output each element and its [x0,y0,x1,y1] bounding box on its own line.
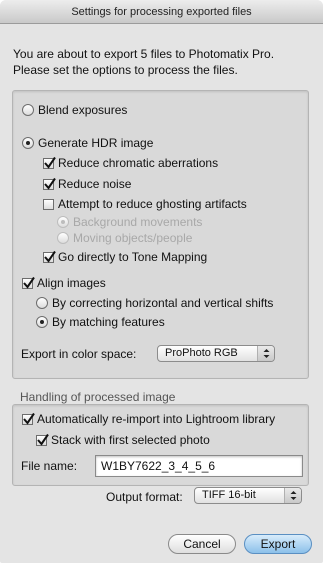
updown-arrows-icon [257,346,274,361]
align-shifts-radio[interactable]: By correcting horizontal and vertical sh… [36,296,273,310]
stack-checkbox[interactable]: Stack with first selected photo [36,433,210,447]
background-movements-radio: Background movements [57,215,202,229]
file-name-label: File name: [21,459,78,473]
moving-objects-radio: Moving objects/people [57,231,192,245]
align-images-label: Align images [37,276,106,290]
checkbox-empty-icon [43,198,54,210]
intro-text: You are about to export 5 files to Photo… [13,46,313,78]
updown-arrows-icon [284,488,301,503]
background-movements-label: Background movements [73,215,203,229]
intro-line-1: You are about to export 5 files to Photo… [13,47,275,61]
output-format-popup[interactable]: TIFF 16-bit [194,487,302,504]
color-space-popup[interactable]: ProPhoto RGB [157,345,275,362]
blend-exposures-label: Blend exposures [38,103,128,117]
reduce-ghosting-label: Attempt to reduce ghosting artifacts [58,197,247,211]
reduce-noise-label: Reduce noise [58,177,132,191]
radio-selected-icon [57,216,69,228]
reduce-chromatic-checkbox[interactable]: Reduce chromatic aberrations [43,156,218,170]
checkmark-icon [43,250,56,263]
checkmark-icon [43,177,56,190]
radio-icon [36,297,48,309]
export-settings-dialog: Settings for processing exported files Y… [0,0,323,563]
reimport-label: Automatically re-import into Lightroom l… [37,412,276,426]
go-tone-mapping-label: Go directly to Tone Mapping [58,250,208,264]
radio-selected-icon [36,316,48,328]
moving-objects-label: Moving objects/people [73,231,193,245]
output-format-label: Output format: [106,490,183,504]
radio-icon [22,104,34,116]
radio-selected-icon [22,137,34,149]
color-space-value: ProPhoto RGB [165,347,238,359]
generate-hdr-radio[interactable]: Generate HDR image [22,136,153,150]
color-space-label: Export in color space: [21,347,137,361]
blend-exposures-radio[interactable]: Blend exposures [22,103,127,117]
export-button[interactable]: Export [244,534,312,554]
handling-section-label: Handling of processed image [20,390,176,404]
checkmark-icon [43,156,56,169]
cancel-button[interactable]: Cancel [168,534,236,554]
reduce-ghosting-checkbox[interactable]: Attempt to reduce ghosting artifacts [43,197,247,211]
intro-line-2: Please set the options to process the fi… [13,63,238,77]
stack-label: Stack with first selected photo [51,433,210,447]
generate-hdr-label: Generate HDR image [38,136,154,150]
align-features-label: By matching features [52,315,165,329]
align-shifts-label: By correcting horizontal and vertical sh… [52,296,274,310]
align-images-checkbox[interactable]: Align images [22,276,106,290]
output-format-value: TIFF 16-bit [202,489,256,501]
checkmark-icon [36,433,49,446]
reimport-checkbox[interactable]: Automatically re-import into Lightroom l… [22,412,275,426]
dialog-title: Settings for processing exported files [0,0,323,24]
go-tone-mapping-checkbox[interactable]: Go directly to Tone Mapping [43,250,207,264]
file-name-field[interactable]: W1BY7622_3_4_5_6 [95,455,303,477]
checkmark-icon [22,276,35,289]
checkmark-icon [22,412,35,425]
reduce-noise-checkbox[interactable]: Reduce noise [43,177,131,191]
reduce-chromatic-label: Reduce chromatic aberrations [58,156,219,170]
radio-icon [57,232,69,244]
align-features-radio[interactable]: By matching features [36,315,165,329]
